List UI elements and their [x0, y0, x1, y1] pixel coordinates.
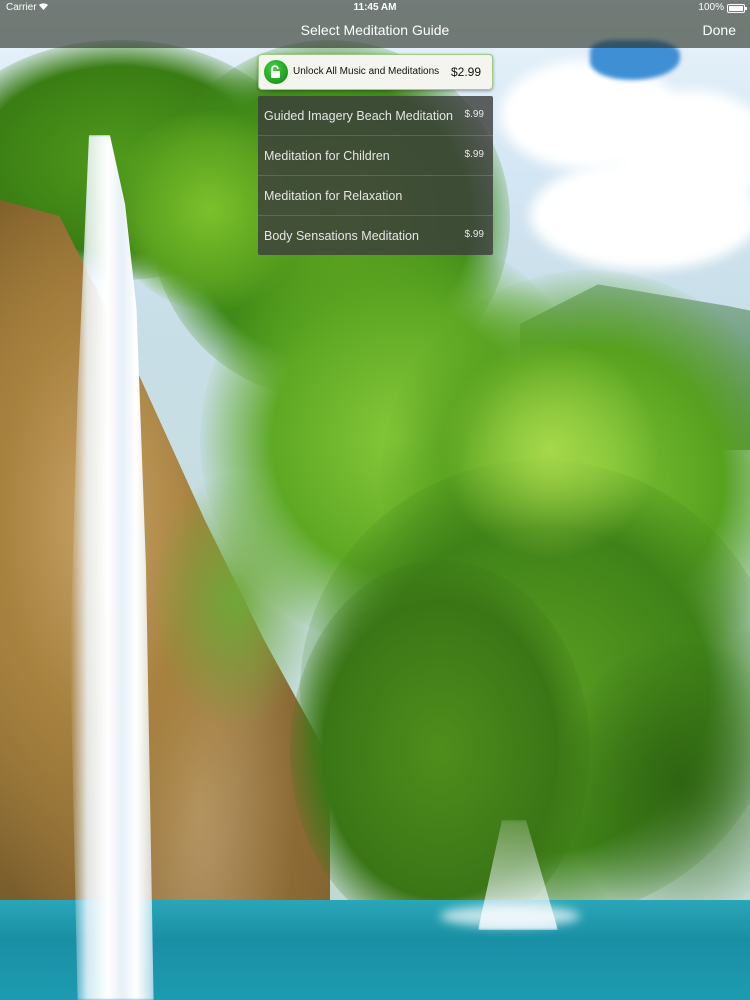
guide-list: Guided Imagery Beach Meditation $.99 Med…: [258, 96, 493, 255]
unlock-all-button[interactable]: Unlock All Music and Meditations $2.99: [258, 54, 493, 90]
guide-item-price: $.99: [464, 149, 484, 160]
guide-item-price: $.99: [464, 229, 484, 240]
guide-item-children[interactable]: Meditation for Children $.99: [258, 136, 493, 176]
guide-item-label: Body Sensations Meditation: [264, 229, 419, 243]
guide-item-beach[interactable]: Guided Imagery Beach Meditation $.99: [258, 96, 493, 136]
guide-item-price: $.99: [464, 109, 484, 120]
battery-percentage: 100%: [698, 2, 724, 13]
unlock-all-price: $2.99: [450, 65, 481, 79]
page-title: Select Meditation Guide: [300, 22, 450, 38]
unlock-icon: [264, 60, 288, 84]
meditation-guide-menu: Unlock All Music and Meditations $2.99 G…: [258, 54, 493, 255]
guide-item-relaxation[interactable]: Meditation for Relaxation: [258, 176, 493, 216]
unlock-all-label: Unlock All Music and Meditations: [293, 66, 440, 77]
status-time: 11:45 AM: [353, 2, 397, 13]
guide-item-label: Guided Imagery Beach Meditation: [264, 109, 453, 123]
guide-item-label: Meditation for Relaxation: [264, 189, 403, 203]
battery-icon: [727, 4, 747, 13]
guide-item-body-sensations[interactable]: Body Sensations Meditation $.99: [258, 216, 493, 255]
status-bar: Carrier 11:45 AM 100%: [0, 0, 750, 16]
done-button[interactable]: Done: [703, 22, 736, 38]
navigation-bar: Carrier 11:45 AM 100% Select Meditation …: [0, 0, 750, 48]
guide-item-label: Meditation for Children: [264, 149, 390, 163]
